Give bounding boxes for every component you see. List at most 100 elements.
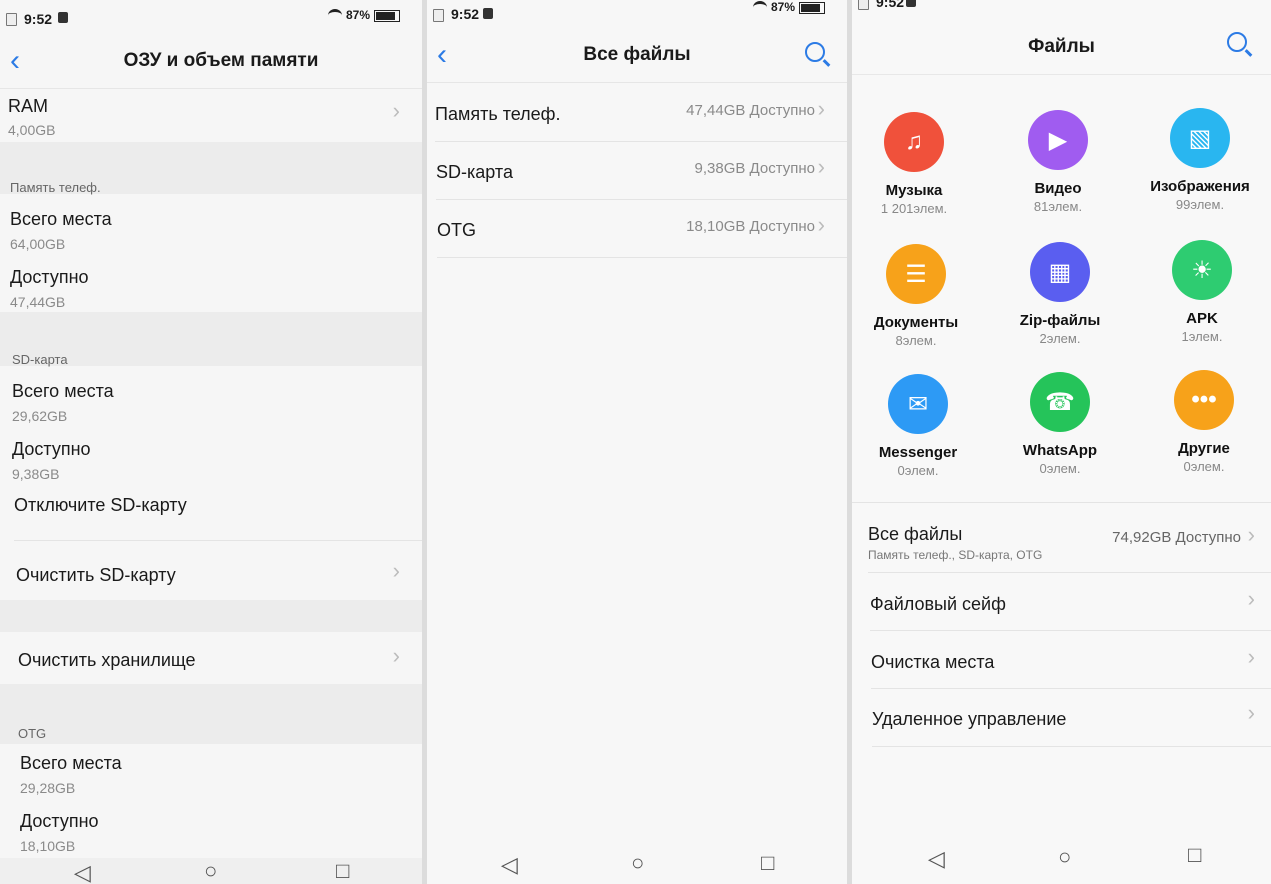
all-files-screen: 9:52 87% ‹ Все файлы Память телеф. 47,44… [427, 0, 847, 884]
cleanup-row[interactable]: Очистка места › [852, 634, 1271, 688]
ram-row[interactable]: RAM 4,00GB › [0, 92, 422, 142]
unmount-sd-label: Отключите SD-карту [14, 495, 187, 515]
all-files-label: Все файлы [868, 524, 963, 544]
battery-percent: 87% [770, 0, 795, 14]
chevron-right-icon: › [817, 154, 825, 179]
android-icon: ☀ [1172, 240, 1232, 300]
all-files-row[interactable]: Все файлы Память телеф., SD-карта, OTG 7… [852, 512, 1271, 572]
category-other[interactable]: ••• Другие 0элем. [1144, 370, 1264, 474]
category-documents[interactable]: ☰ Документы 8элем. [856, 244, 976, 348]
sd-total-row: Всего места 29,62GB [0, 370, 422, 426]
sd-avail-row: Доступно 9,38GB [0, 428, 422, 484]
category-name: Zip-файлы [1019, 312, 1101, 329]
category-video[interactable]: ▶ Видео 81элем. [998, 110, 1118, 214]
chevron-right-icon: › [1247, 586, 1255, 611]
phone-avail-label: Доступно [10, 267, 89, 287]
remote-management-label: Удаленное управление [872, 709, 1067, 729]
status-right: 87% [752, 0, 825, 14]
status-time: 9:52 [451, 6, 480, 22]
category-name: Музыка [885, 182, 943, 199]
nav-bar: ◁ ○ □ [0, 858, 422, 884]
list-item[interactable]: OTG 18,10GB Доступно › [427, 200, 847, 256]
category-name: Другие [1178, 440, 1230, 457]
otg-avail-value: 18,10GB [20, 838, 76, 854]
category-count: 0элем. [1183, 459, 1225, 474]
search-icon[interactable] [805, 42, 825, 62]
ram-value: 4,00GB [8, 122, 56, 138]
image-icon: ▧ [1170, 108, 1230, 168]
divider [872, 746, 1271, 747]
otg-avail-label: Доступно [20, 811, 99, 831]
nav-bar: ◁ ○ □ [427, 850, 847, 884]
status-time: 9:52 [24, 11, 53, 27]
files-home-screen: 9:52 Файлы ♫ Музыка 1 201элем. ▶ Видео 8… [852, 0, 1271, 884]
chevron-right-icon: › [392, 643, 400, 668]
battery-icon [374, 9, 400, 22]
storage-name: Память телеф. [435, 104, 561, 124]
category-music[interactable]: ♫ Музыка 1 201элем. [854, 112, 974, 216]
category-apk[interactable]: ☀ APK 1элем. [1142, 240, 1262, 344]
home-circle-icon[interactable]: ○ [631, 850, 644, 876]
storage-name: OTG [437, 220, 476, 240]
recents-square-icon[interactable]: □ [1188, 842, 1201, 868]
messenger-icon: ✉ [888, 374, 948, 434]
category-name: Изображения [1150, 178, 1250, 195]
back-triangle-icon[interactable]: ◁ [74, 860, 91, 884]
remote-management-row[interactable]: Удаленное управление › [852, 692, 1271, 746]
file-safe-label: Файловый сейф [870, 594, 1006, 614]
sim-icon [6, 13, 17, 26]
sd-total-value: 29,62GB [12, 408, 68, 424]
section-label-phone: Память телеф. [10, 180, 101, 195]
notification-icon [483, 8, 493, 19]
chevron-right-icon: › [392, 558, 400, 583]
document-icon: ☰ [886, 244, 946, 304]
otg-total-row: Всего места 29,28GB [0, 746, 422, 802]
phone-total-label: Всего места [10, 209, 112, 229]
sim-icon [433, 9, 444, 22]
unmount-sd-row[interactable]: Отключите SD-карту [0, 488, 422, 540]
home-circle-icon[interactable]: ○ [204, 858, 217, 884]
chevron-right-icon: › [1247, 700, 1255, 725]
phone-total-value: 64,00GB [10, 236, 66, 252]
category-count: 99элем. [1175, 197, 1225, 212]
category-name: APK [1186, 310, 1218, 327]
category-images[interactable]: ▧ Изображения 99элем. [1140, 108, 1260, 212]
otg-total-label: Всего места [20, 753, 122, 773]
notification-icon [58, 12, 68, 23]
chevron-right-icon: › [817, 212, 825, 237]
back-icon[interactable]: ‹ [10, 46, 20, 76]
category-messenger[interactable]: ✉ Messenger 0элем. [858, 374, 978, 478]
clear-sd-row[interactable]: Очистить SD-карту › [0, 548, 422, 600]
sd-avail-label: Доступно [12, 439, 91, 459]
search-icon[interactable] [1227, 32, 1247, 52]
section-label-sd: SD-карта [12, 352, 68, 367]
divider [868, 572, 1271, 573]
more-icon: ••• [1174, 370, 1234, 430]
category-count: 0элем. [1039, 461, 1081, 476]
recents-square-icon[interactable]: □ [761, 850, 774, 876]
list-item[interactable]: Память телеф. 47,44GB Доступно › [427, 84, 847, 140]
chevron-right-icon: › [817, 96, 825, 121]
back-triangle-icon[interactable]: ◁ [928, 846, 945, 872]
back-triangle-icon[interactable]: ◁ [501, 852, 518, 878]
status-right: 87% [327, 8, 400, 22]
category-count: 81элем. [1033, 199, 1083, 214]
category-zip[interactable]: ▦ Zip-файлы 2элем. [1000, 242, 1120, 346]
all-files-sub: Память телеф., SD-карта, OTG [868, 548, 1043, 562]
home-circle-icon[interactable]: ○ [1058, 844, 1071, 870]
category-name: Видео [1034, 180, 1082, 197]
category-count: 1 201элем. [880, 201, 948, 216]
chevron-right-icon: › [392, 98, 400, 123]
divider [14, 540, 422, 541]
page-title: Файлы [1028, 36, 1095, 57]
status-time: 9:52 [876, 0, 905, 10]
file-safe-row[interactable]: Файловый сейф › [852, 576, 1271, 630]
category-count: 8элем. [895, 333, 937, 348]
clear-storage-row[interactable]: Очистить хранилище › [0, 632, 422, 684]
page-title: ОЗУ и объем памяти [123, 50, 319, 71]
category-count: 1элем. [1181, 329, 1223, 344]
list-item[interactable]: SD-карта 9,38GB Доступно › [427, 142, 847, 198]
whatsapp-icon: ☎ [1030, 372, 1090, 432]
recents-square-icon[interactable]: □ [336, 858, 349, 884]
category-whatsapp[interactable]: ☎ WhatsApp 0элем. [1000, 372, 1120, 476]
